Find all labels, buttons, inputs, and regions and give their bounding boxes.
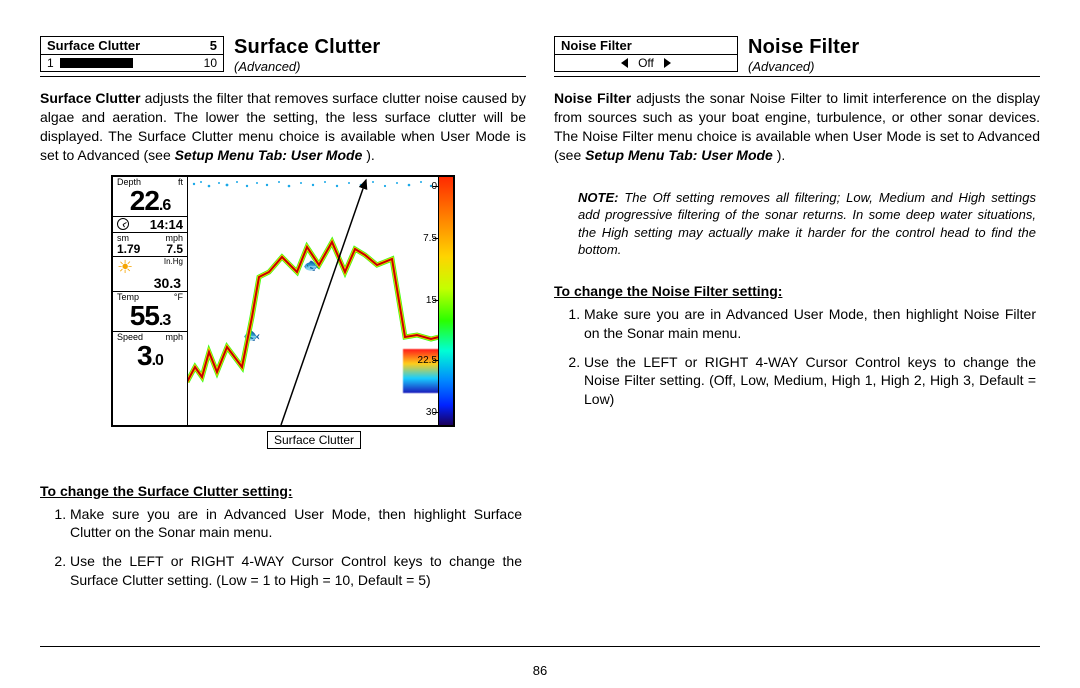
sm-val: 1.79 — [117, 243, 140, 255]
tick-1: 7.5 — [423, 233, 437, 244]
inhg-label: In.Hg — [164, 258, 183, 276]
tick-3: 22.5 — [418, 355, 437, 366]
change-heading: To change the Surface Clutter setting: — [40, 483, 526, 499]
page-number: 86 — [0, 663, 1080, 678]
section-title: Noise Filter — [748, 36, 859, 59]
noise-filter-menu[interactable]: Noise Filter Off — [554, 36, 738, 72]
sonar-info-column: Depthft 22.6 14:14 smmph 1.797.5 — [113, 177, 188, 425]
list-item: Make sure you are in Advanced User Mode,… — [70, 505, 526, 543]
figure-caption: Surface Clutter — [267, 431, 361, 449]
temp-unit: °F — [174, 293, 183, 302]
tick-2: 15 — [426, 295, 437, 306]
speed-dec: .0 — [152, 352, 163, 369]
depth-dec: .6 — [159, 197, 170, 214]
divider — [40, 76, 526, 77]
speed-int: 3 — [137, 340, 152, 371]
surface-clutter-steps: Make sure you are in Advanced User Mode,… — [40, 505, 526, 591]
divider — [554, 76, 1040, 77]
clock-icon — [117, 218, 129, 230]
section-subtitle: (Advanced) — [748, 59, 859, 74]
bottom-contour — [187, 177, 439, 425]
depth-unit: ft — [178, 178, 183, 187]
slider-track[interactable] — [60, 58, 198, 68]
list-item: Use the LEFT or RIGHT 4-WAY Cursor Contr… — [70, 552, 526, 590]
list-item: Use the LEFT or RIGHT 4-WAY Cursor Contr… — [584, 353, 1040, 410]
noise-filter-steps: Make sure you are in Advanced User Mode,… — [554, 305, 1040, 409]
baro-val: 30.3 — [115, 276, 185, 290]
note-paragraph: NOTE: The Off setting removes all filter… — [578, 189, 1036, 259]
color-scale — [438, 177, 453, 425]
tick-0: 0 — [431, 181, 437, 192]
sonar-screenshot: Depthft 22.6 14:14 smmph 1.797.5 — [111, 175, 455, 427]
lead: Surface Clutter — [40, 90, 141, 106]
surface-clutter-paragraph: Surface Clutter adjusts the filter that … — [40, 89, 526, 165]
footer-rule — [40, 646, 1040, 647]
mph-val: 7.5 — [166, 243, 183, 255]
section-title: Surface Clutter — [234, 36, 380, 59]
note-label: NOTE: — [578, 190, 618, 205]
list-item: Make sure you are in Advanced User Mode,… — [584, 305, 1040, 343]
section-subtitle: (Advanced) — [234, 59, 380, 74]
chevron-right-icon[interactable] — [664, 58, 671, 68]
time: 14:14 — [150, 218, 183, 231]
speed-unit: mph — [165, 333, 183, 342]
menu-min: 1 — [47, 56, 54, 70]
tick-4: 30 — [426, 407, 437, 418]
temp-int: 55 — [130, 300, 159, 331]
right-column: Noise Filter Off Noise Filter (Advanced) — [554, 36, 1040, 600]
menu-value: Off — [638, 56, 654, 70]
menu-title: Noise Filter — [561, 38, 632, 53]
sun-icon: ☀ — [117, 258, 133, 276]
menu-value: 5 — [210, 38, 217, 53]
menu-title: Surface Clutter — [47, 38, 140, 53]
temp-dec: .3 — [159, 312, 170, 329]
lead: Noise Filter — [554, 90, 631, 106]
slider-fill — [60, 58, 129, 68]
change-heading: To change the Noise Filter setting: — [554, 283, 1040, 299]
menu-max: 10 — [204, 56, 217, 70]
noise-filter-paragraph: Noise Filter adjusts the sonar Noise Fil… — [554, 89, 1040, 165]
depth-int: 22 — [130, 185, 159, 216]
left-column: Surface Clutter 5 1 10 Surface Clutter (… — [40, 36, 526, 600]
chevron-left-icon[interactable] — [621, 58, 628, 68]
surface-clutter-menu[interactable]: Surface Clutter 5 1 10 — [40, 36, 224, 72]
